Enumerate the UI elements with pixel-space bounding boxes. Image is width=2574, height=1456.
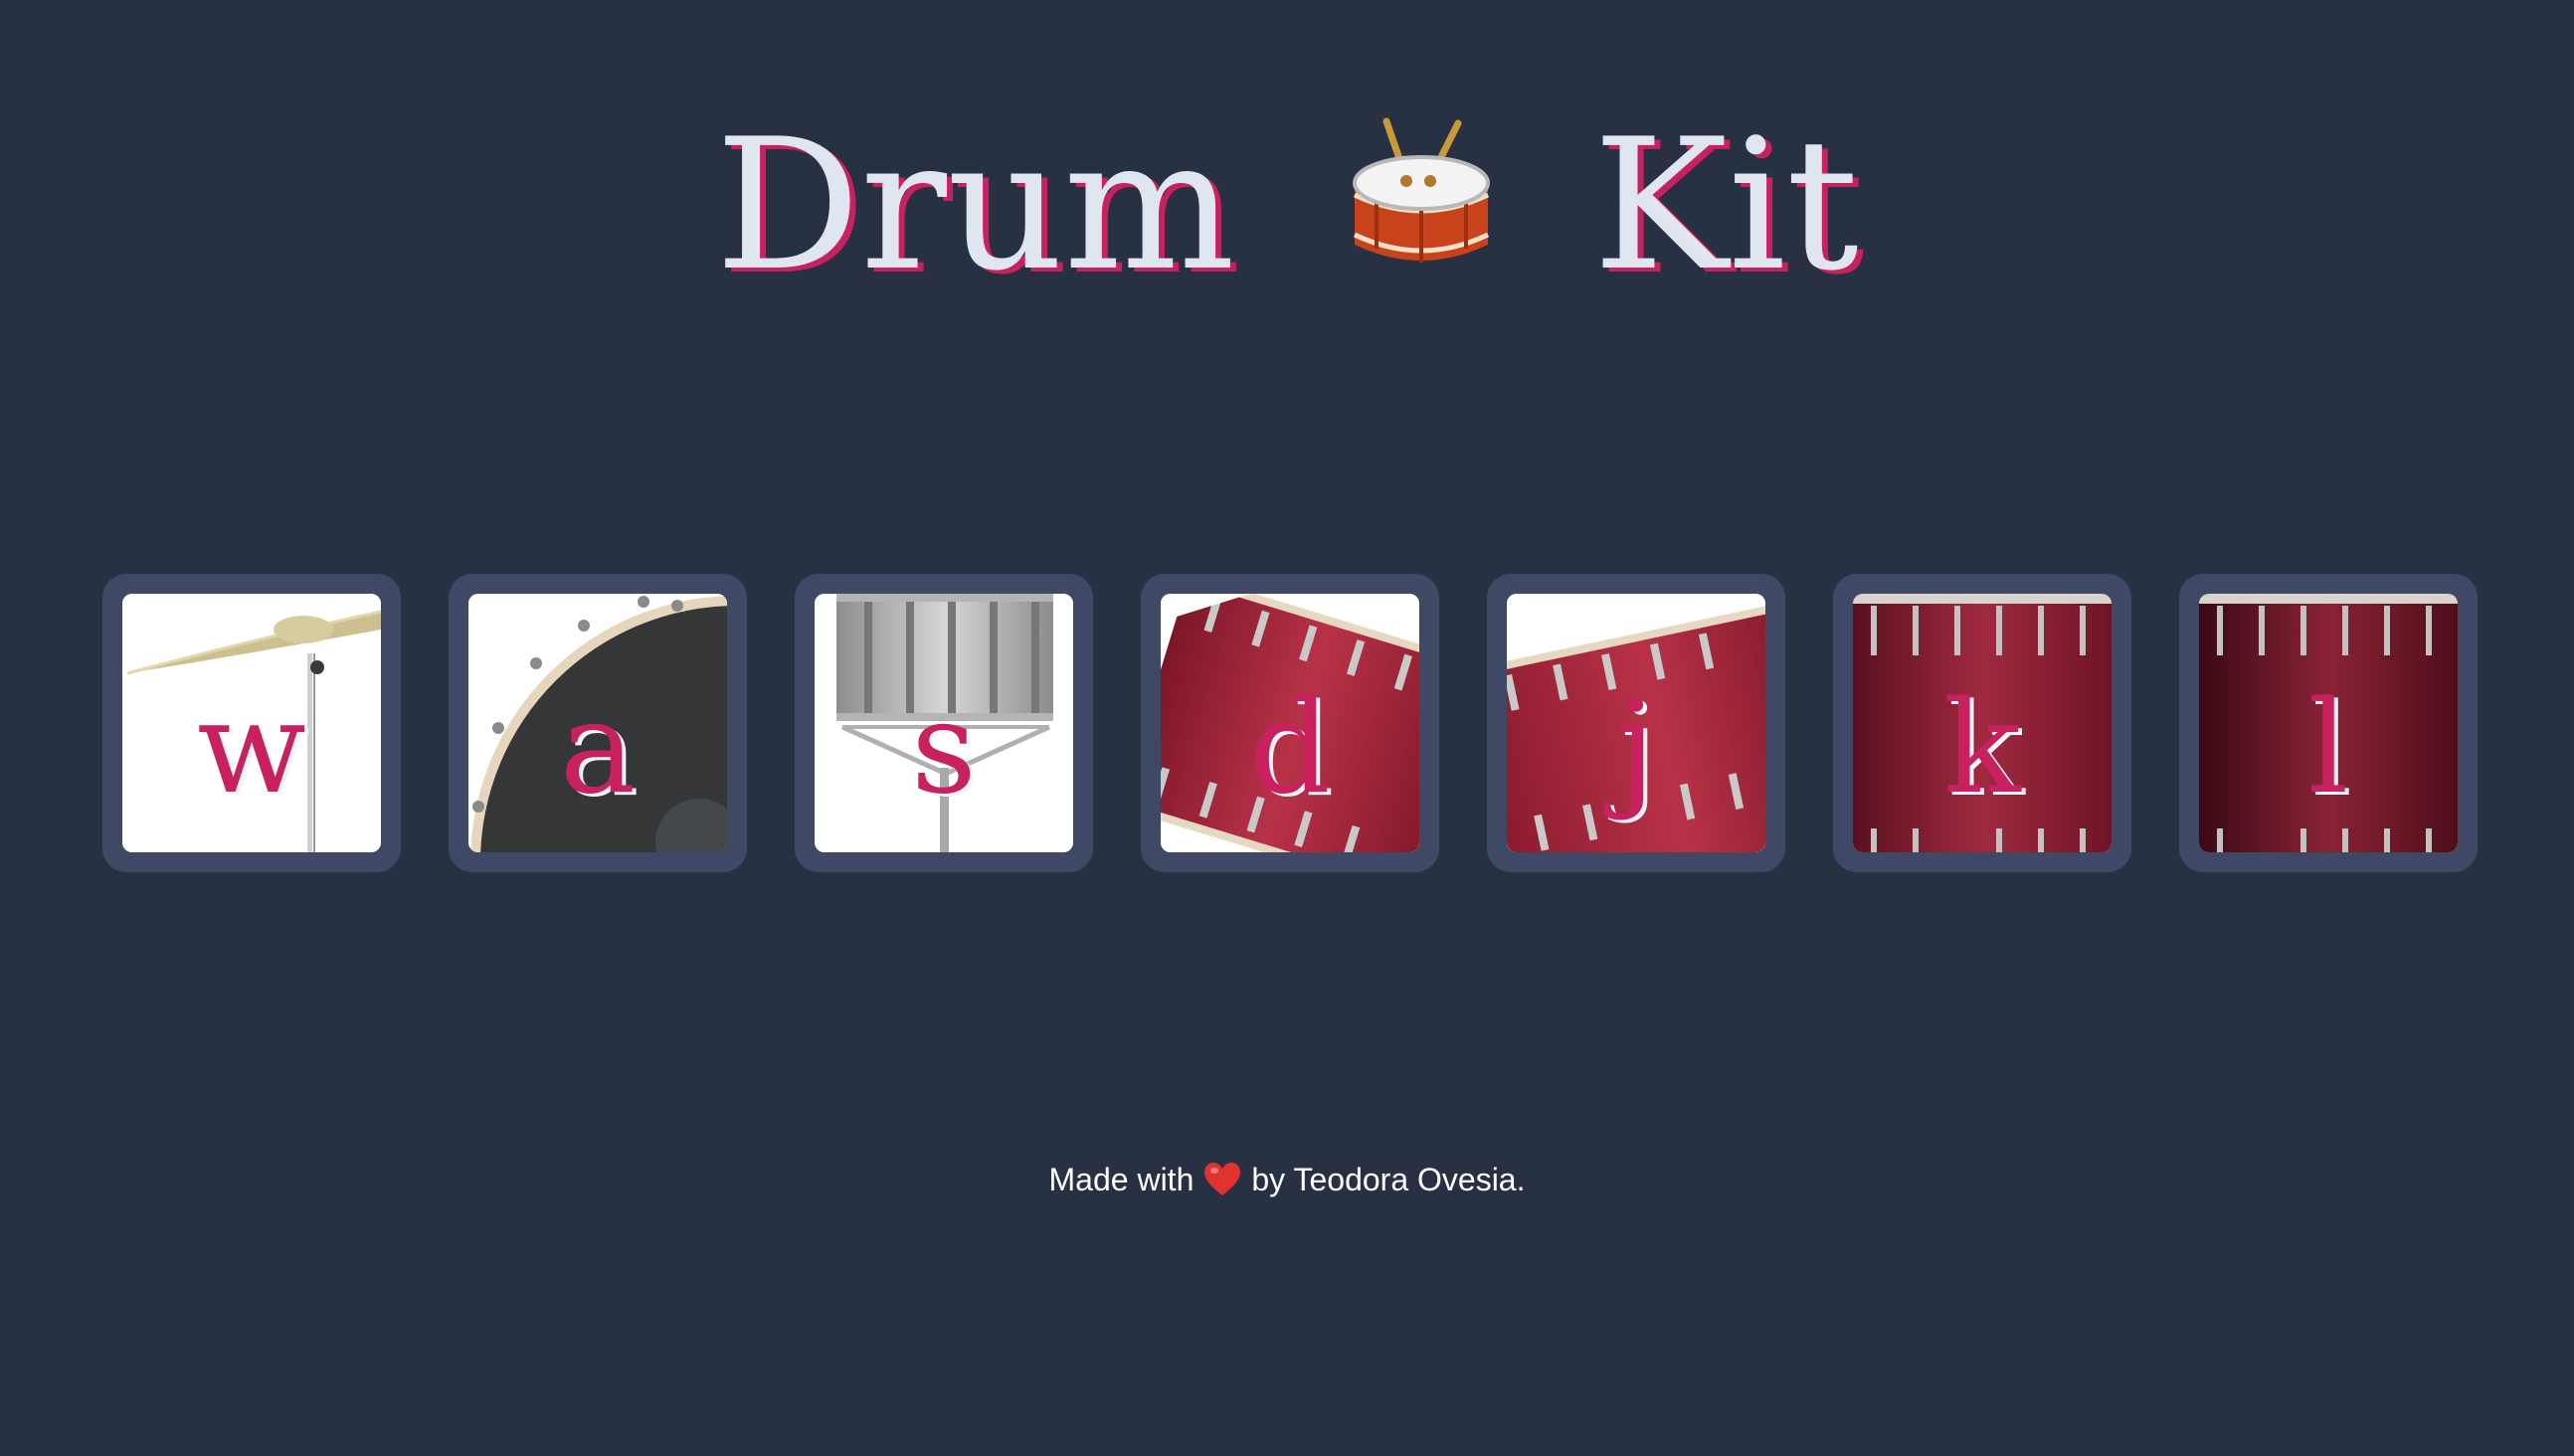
pad-key-label: s — [911, 674, 977, 822]
pad-face: j — [1507, 594, 1765, 852]
pad-key-label: j — [1616, 674, 1656, 822]
pad-face: w — [122, 594, 381, 852]
pad-key-label: w — [197, 674, 306, 822]
drum-icon — [1347, 117, 1496, 276]
pad-face: a — [468, 594, 727, 852]
heart-icon — [1203, 1162, 1241, 1197]
footer-author: by Teodora Ovesia. — [1251, 1162, 1526, 1197]
pad-key-label: l — [2307, 674, 2349, 822]
footer-credit: Made with by Teodora Ovesia. — [0, 1160, 2574, 1199]
pad-j[interactable]: j — [1487, 574, 1785, 872]
pad-d[interactable]: d — [1141, 574, 1439, 872]
pad-face: k — [1853, 594, 2112, 852]
pad-face: d — [1161, 594, 1419, 852]
title-drum-word: Drum — [715, 98, 1235, 310]
title-kit-word: Kit — [1592, 98, 1859, 310]
pad-s[interactable]: s — [795, 574, 1093, 872]
pad-face: s — [815, 594, 1073, 852]
footer-made-with: Made with — [1048, 1162, 1195, 1197]
pad-face: l — [2199, 594, 2458, 852]
pad-key-label: d — [1249, 674, 1331, 822]
pad-w[interactable]: w — [102, 574, 401, 872]
pad-key-label: a — [559, 674, 637, 822]
drum-pads: w a s d j k l — [102, 574, 2480, 872]
pad-k[interactable]: k — [1833, 574, 2131, 872]
page-title: Drum Kit — [0, 70, 2574, 324]
pad-key-label: k — [1943, 674, 2021, 822]
pad-l[interactable]: l — [2179, 574, 2478, 872]
pad-a[interactable]: a — [449, 574, 747, 872]
